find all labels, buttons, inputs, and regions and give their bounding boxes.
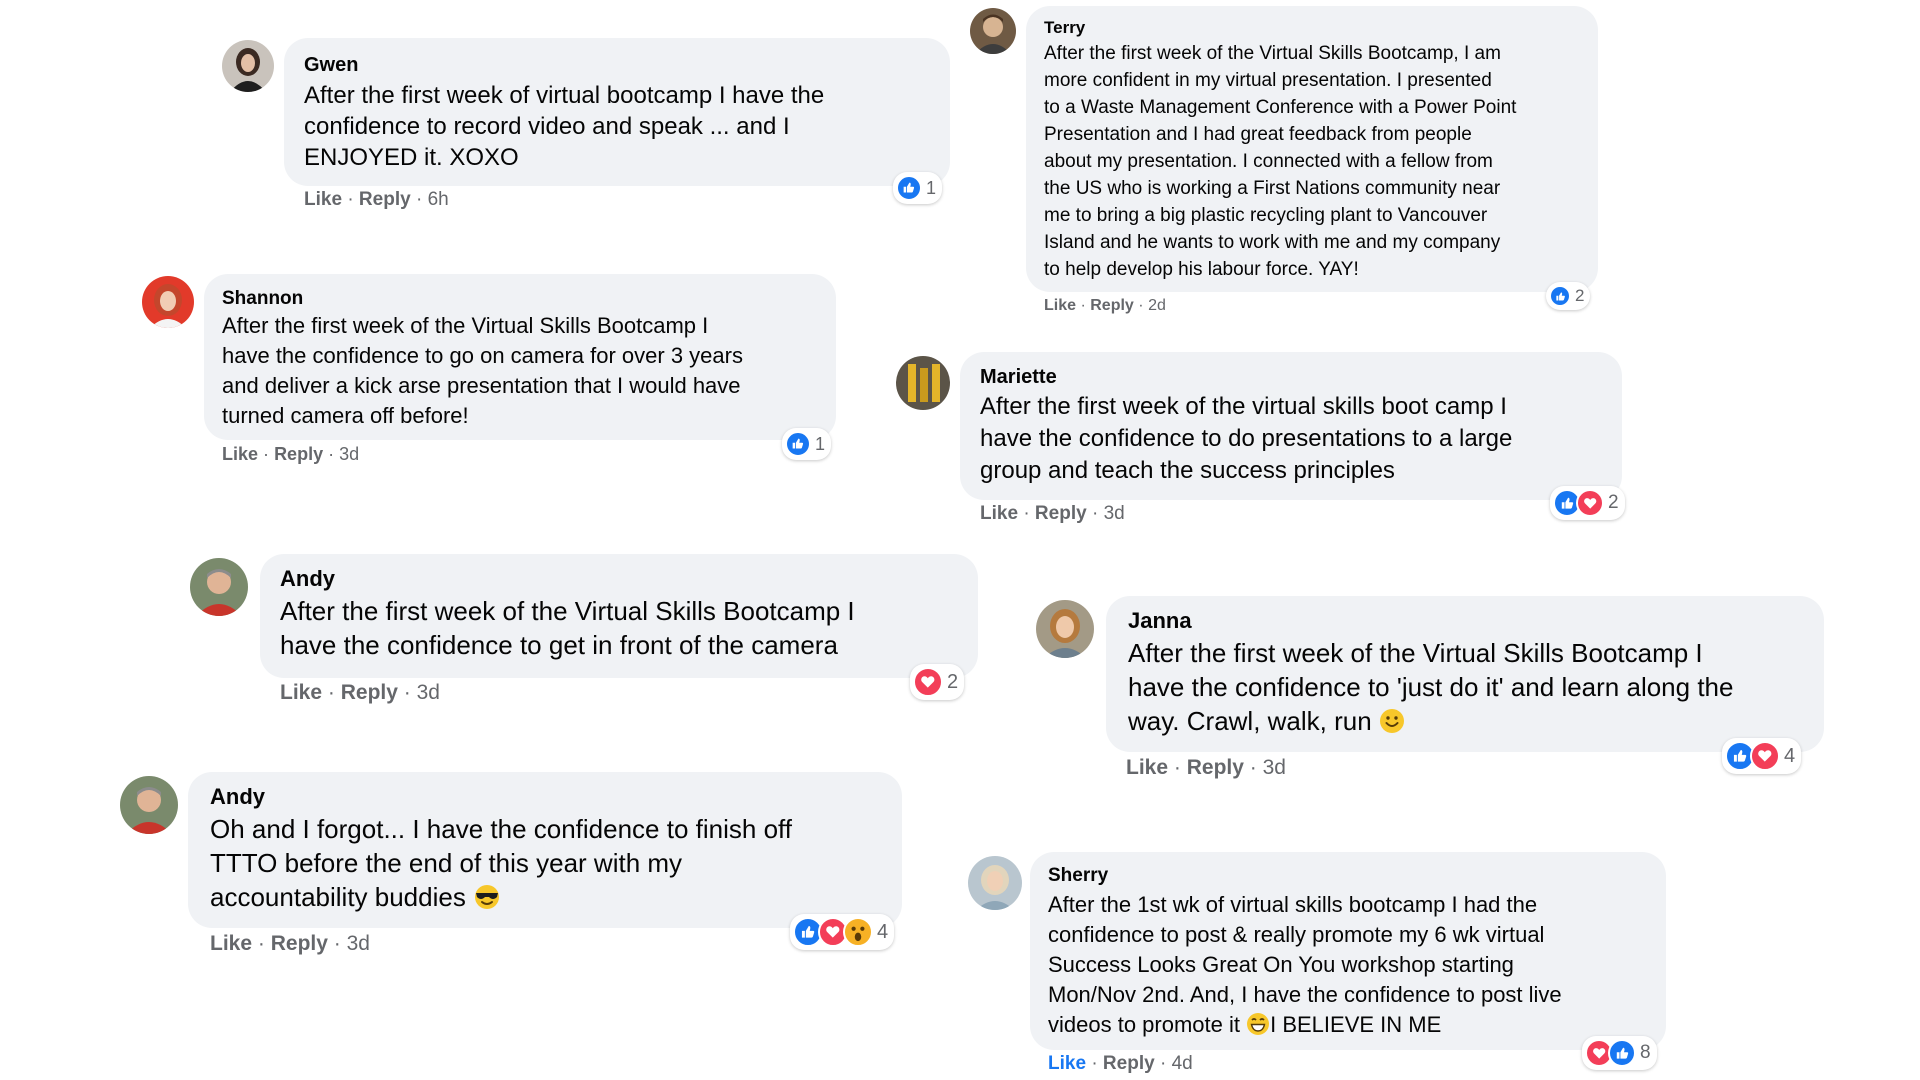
commenter-name[interactable]: Gwen [304, 52, 930, 78]
comment-time: 3d [339, 444, 360, 464]
like-link[interactable]: Like [222, 444, 258, 464]
comment-text: After the first week of the Virtual Skil… [1044, 43, 1517, 280]
comment-actions: Like · Reply · 3d [280, 681, 440, 704]
comment-time: 6h [427, 189, 449, 210]
avatar[interactable] [970, 8, 1016, 54]
comment-actions: Like · Reply · 4d [1048, 1053, 1193, 1074]
reply-link[interactable]: Reply [1090, 297, 1134, 314]
commenter-name[interactable]: Shannon [222, 287, 818, 311]
comment-time: 4d [1171, 1053, 1193, 1074]
comment-time: 3d [416, 681, 440, 704]
comment-text: Oh and I forgot... I have the confidence… [210, 812, 880, 918]
comment-text: After the first week of the Virtual Skil… [1128, 636, 1802, 742]
like-link[interactable]: Like [1126, 756, 1168, 779]
like-link[interactable]: Like [1044, 297, 1076, 314]
comment-time: 3d [1262, 756, 1286, 779]
reaction-summary[interactable]: 8 [1582, 1036, 1657, 1070]
comment-actions: Like · Reply · 6h [304, 189, 449, 210]
comment-actions: Like · Reply · 2d [1044, 297, 1166, 314]
grinning-face-emoji [1246, 1012, 1270, 1044]
reply-link[interactable]: Reply [1187, 756, 1244, 779]
avatar[interactable] [896, 356, 950, 410]
reply-link[interactable]: Reply [1035, 503, 1087, 524]
like-reaction-icon [896, 175, 922, 201]
reaction-summary[interactable]: 2 [1550, 486, 1625, 520]
comment-time: 2d [1148, 297, 1166, 314]
reaction-summary[interactable]: 1 [893, 172, 943, 204]
reaction-summary[interactable]: 4 [790, 914, 895, 950]
commenter-name[interactable]: Mariette [980, 365, 1602, 389]
reply-link[interactable]: Reply [341, 681, 398, 704]
like-reaction-icon [1608, 1039, 1636, 1067]
like-link[interactable]: Like [304, 189, 342, 210]
reaction-summary[interactable]: 1 [782, 428, 832, 460]
comment-text: After the first week of the Virtual Skil… [222, 313, 743, 428]
reaction-summary[interactable]: 2 [1546, 282, 1591, 310]
reaction-summary[interactable]: 4 [1722, 738, 1802, 774]
comment-text: After the first week of the Virtual Skil… [280, 596, 855, 660]
commenter-name[interactable]: Andy [280, 566, 958, 592]
comment-time: 3d [1103, 503, 1125, 524]
comment-actions: Like · Reply · 3d [1126, 756, 1286, 779]
reply-link[interactable]: Reply [271, 932, 328, 955]
avatar[interactable] [222, 40, 274, 92]
comment-actions: Like · Reply · 3d [980, 503, 1125, 524]
reply-link[interactable]: Reply [1103, 1053, 1155, 1074]
love-reaction-icon [1576, 489, 1604, 517]
avatar[interactable] [120, 776, 178, 834]
love-reaction-icon [1750, 741, 1780, 771]
reply-link[interactable]: Reply [274, 444, 323, 464]
comment-actions: Like · Reply · 3d [210, 932, 370, 955]
like-link[interactable]: Like [980, 503, 1018, 524]
comment-actions: Like · Reply · 3d [222, 444, 360, 464]
like-reaction-icon [1549, 285, 1571, 307]
reaction-summary[interactable]: 2 [910, 664, 965, 700]
like-link[interactable]: Like [210, 932, 252, 955]
commenter-name[interactable]: Andy [210, 784, 880, 810]
like-link[interactable]: Like [280, 681, 322, 704]
like-reaction-icon [785, 431, 811, 457]
commenter-name[interactable]: Janna [1128, 608, 1802, 634]
comment-text: After the 1st wk of virtual skills bootc… [1048, 890, 1648, 1044]
love-reaction-icon [913, 667, 943, 697]
wow-reaction-icon [843, 917, 873, 947]
sunglasses-emoji [473, 884, 501, 918]
like-link[interactable]: Like [1048, 1053, 1086, 1074]
avatar[interactable] [190, 558, 248, 616]
commenter-name[interactable]: Sherry [1048, 864, 1648, 888]
commenter-name[interactable]: Terry [1044, 18, 1580, 38]
smiling-face-emoji [1379, 708, 1405, 742]
comment-time: 3d [346, 932, 370, 955]
comment-text: After the first week of virtual bootcamp… [304, 82, 825, 171]
avatar[interactable] [1036, 600, 1094, 658]
reply-link[interactable]: Reply [359, 189, 411, 210]
avatar[interactable] [968, 856, 1022, 910]
avatar[interactable] [142, 276, 194, 328]
comment-text: After the first week of the virtual skil… [980, 393, 1513, 484]
